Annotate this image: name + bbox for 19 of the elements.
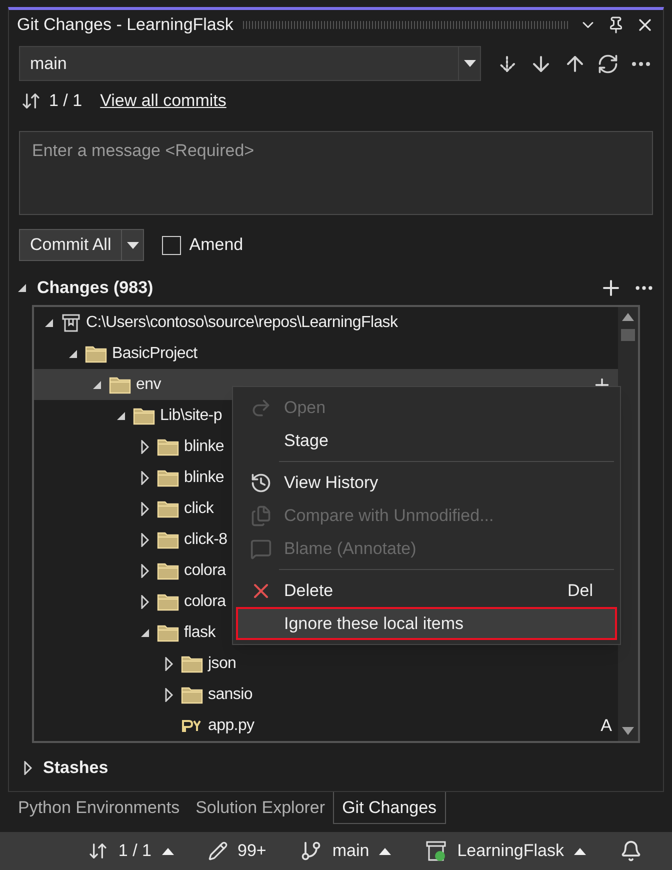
tree-item-label: blinke [184, 436, 224, 456]
tree-item-label: C:\Users\contoso\source\repos\LearningFlask [86, 312, 398, 332]
tree-item-label: colora [184, 560, 226, 580]
tree-item-label: BasicProject [112, 344, 198, 364]
changes-header: Changes (983) [37, 277, 154, 300]
tree-item-label: colora [184, 592, 226, 612]
tree-item-label: app.py [208, 716, 254, 736]
commit-count: 1 / 1 [49, 90, 82, 112]
stashes-header: Stashes [43, 757, 108, 780]
tree-item-label: Lib\site-p [160, 406, 222, 426]
tree-item-label: click-8 [184, 530, 228, 550]
tree-item-label: sansio [208, 684, 252, 704]
tree-item-label: json [208, 654, 236, 674]
tree-item-label: click [184, 498, 214, 518]
tree-item-label: blinke [184, 468, 224, 488]
tree-item-label: env [136, 374, 161, 394]
window-title: Git Changes - LearningFlask [17, 14, 234, 36]
tree-item-label: flask [184, 622, 216, 642]
file-status: A [600, 714, 612, 737]
